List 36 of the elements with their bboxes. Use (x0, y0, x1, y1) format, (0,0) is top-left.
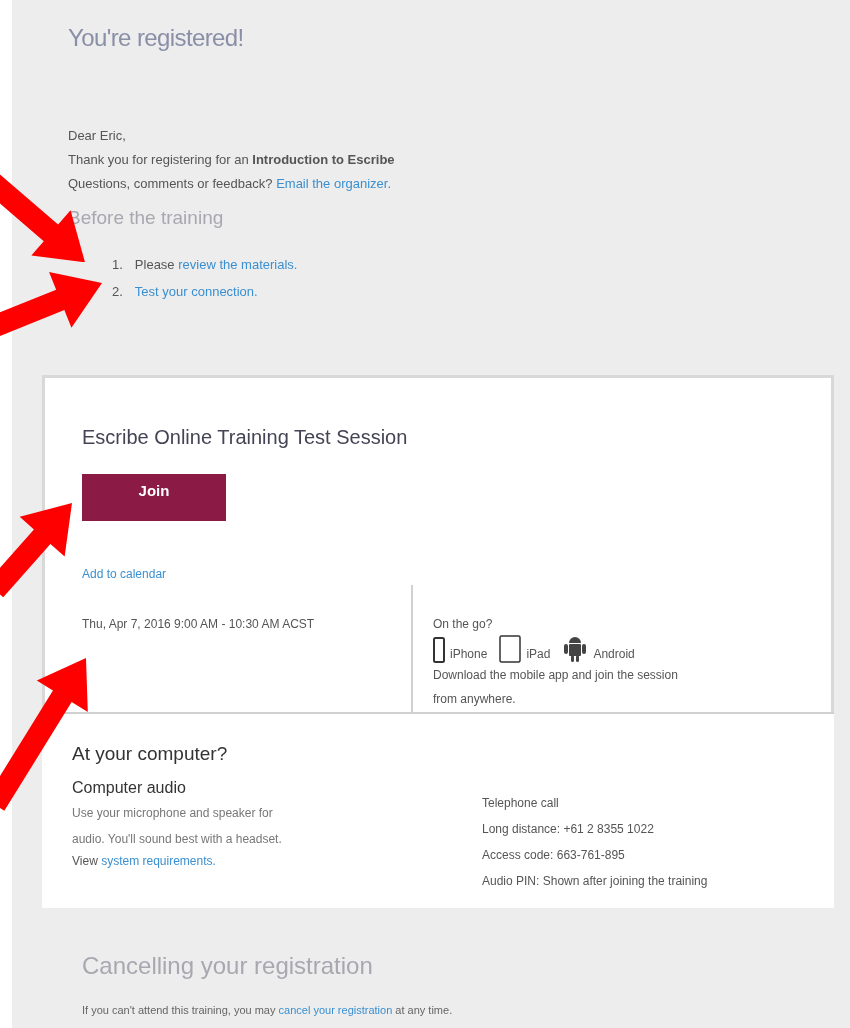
phone-info: Telephone call (482, 794, 560, 812)
page-title: You're registered! (68, 23, 245, 53)
cancel-link[interactable]: cancel your registration (278, 1003, 393, 1016)
step-number: 2. (112, 282, 123, 301)
device-label: iPhone (450, 645, 488, 663)
computer-heading: At your computer? (72, 741, 229, 766)
email-link[interactable]: Email the organizer. (276, 176, 392, 191)
device-label: iPad (526, 645, 551, 663)
audio-title: Computer audio (72, 778, 187, 798)
phone-info: Access code: 663-761-895 (482, 846, 626, 864)
arrow-icon (0, 503, 72, 598)
cancel-heading: Cancelling your registration (82, 950, 374, 981)
mobile-heading: On the go? (433, 615, 494, 633)
audio-text: Use your microphone and speaker for audio. You'll sound best with a headset. (72, 805, 283, 848)
questions-text: Questions, comments or feedback? Email the organizer. (68, 175, 393, 193)
requirements-text: View system requirements. (72, 853, 217, 870)
session-title: Escribe Online Training Test Session (82, 424, 409, 450)
phone-icon (433, 636, 445, 663)
thanks-text: Thank you for registering for an Introduction to Escribe (68, 151, 396, 169)
device-label: Android (593, 645, 635, 663)
step-number: 1. (112, 255, 123, 274)
session-datetime: Thu, Apr 7, 2016 9:00 AM - 10:30 AM ACST (82, 615, 316, 633)
step-text: Please review the materials. (134, 255, 298, 274)
mobile-note: Download the mobile app and join the session from anywhere. (433, 666, 679, 708)
tablet-icon (499, 634, 522, 663)
greeting: Dear Eric, (68, 127, 127, 145)
step-link[interactable]: review the materials. (178, 256, 298, 272)
phone-info: Long distance: +61 2 8355 1022 (482, 820, 655, 838)
phone-info: Audio PIN: Shown after joining the training (482, 872, 708, 890)
step-link[interactable]: Test your connection. (134, 277, 258, 305)
calendar-link[interactable]: Add to calendar (82, 564, 167, 583)
android-icon (562, 634, 589, 663)
cancel-text: If you can't attend this training, you may cancel your registration at any time. (82, 1002, 454, 1018)
join-button[interactable]: Join (82, 473, 226, 521)
requirements-link[interactable]: system requirements. (101, 854, 216, 868)
arrow-icon (0, 271, 102, 339)
